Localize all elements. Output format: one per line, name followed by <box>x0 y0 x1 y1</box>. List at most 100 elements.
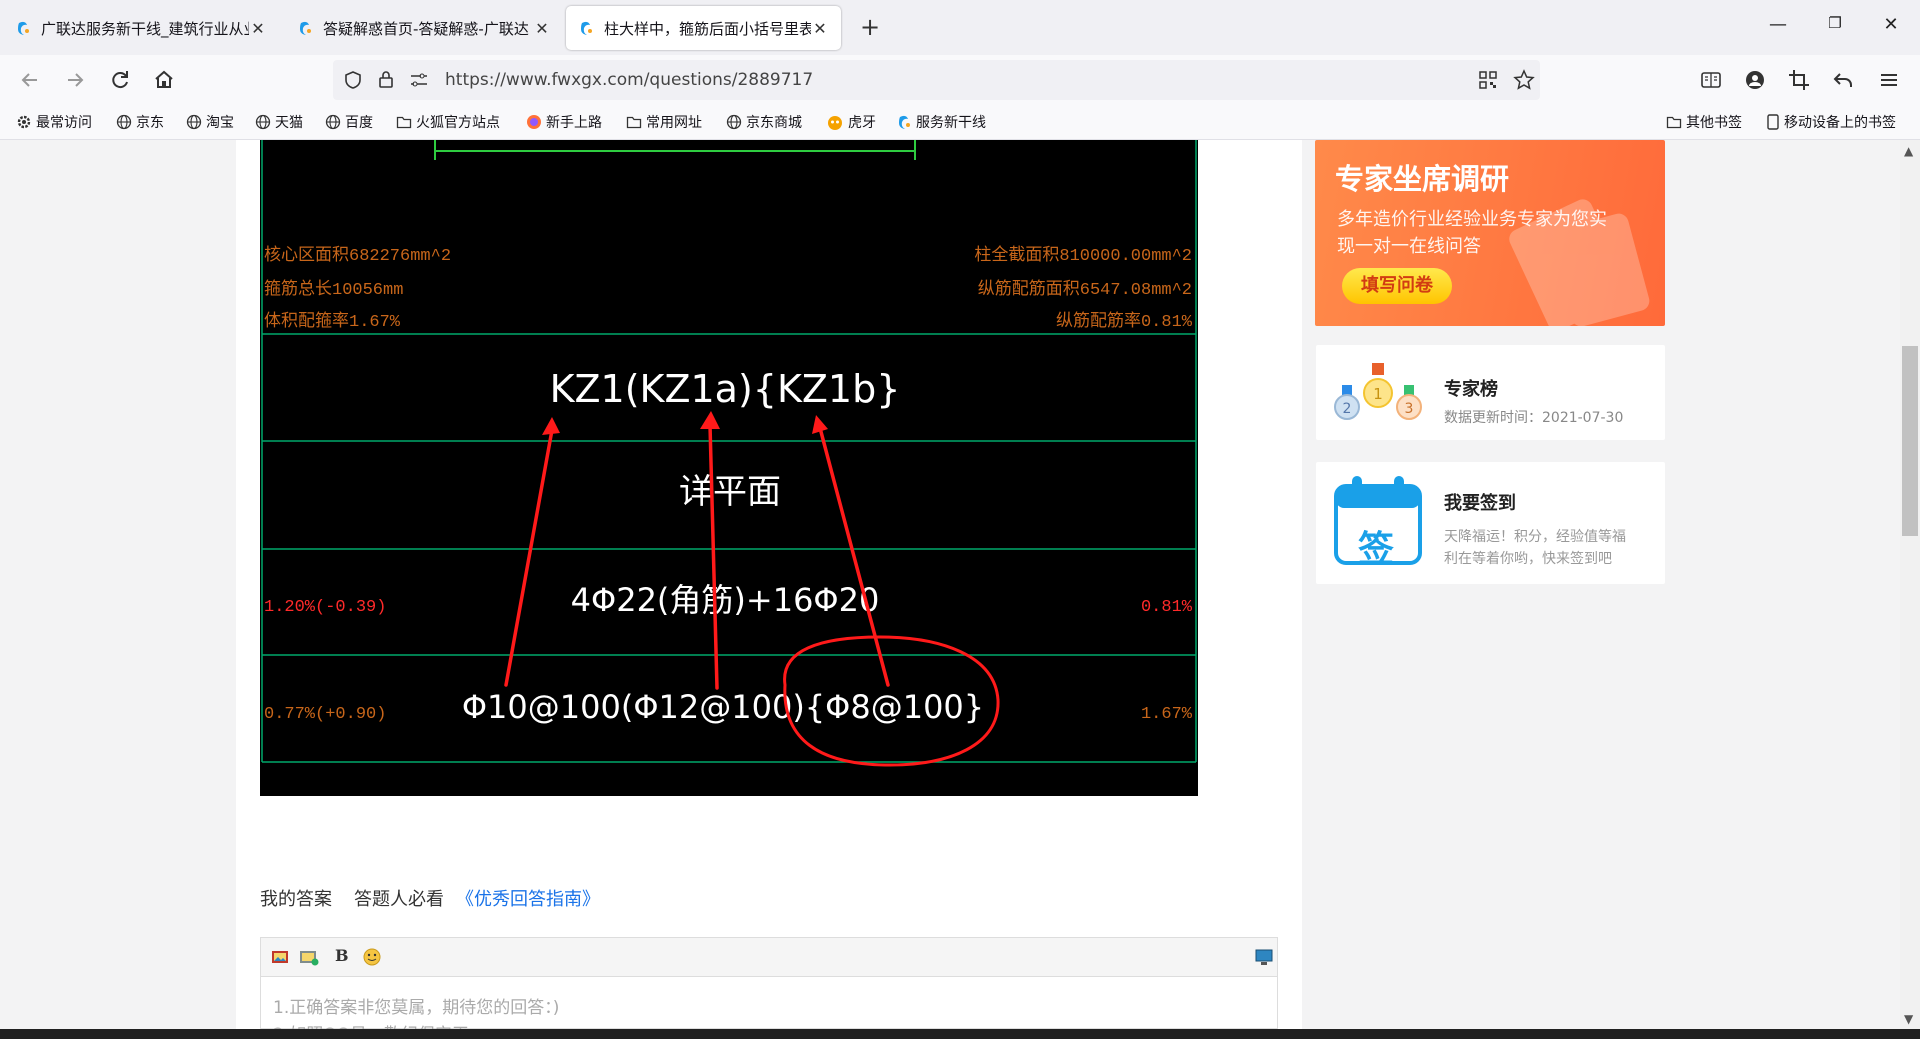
bookmark-jd[interactable]: 京东 <box>116 112 164 132</box>
cad-grid-lines <box>261 140 1197 763</box>
bookmark-taobao[interactable]: 淘宝 <box>186 112 234 132</box>
tab-1[interactable]: 广联达服务新干线_建筑行业从业 ✕ <box>3 6 279 50</box>
back-icon[interactable] <box>17 67 43 93</box>
bookmark-label: 淘宝 <box>206 115 234 131</box>
bookmark-label: 京东 <box>136 115 164 131</box>
bookmark-common-urls[interactable]: 常用网址 <box>626 112 702 132</box>
bookmark-tmall[interactable]: 天猫 <box>255 112 303 132</box>
bold-icon[interactable]: B <box>335 946 349 965</box>
glodon-logo-icon <box>899 115 910 129</box>
url-text: https://www.fwxgx.com/questions/2889717 <box>445 70 814 90</box>
url-bar[interactable]: https://www.fwxgx.com/questions/2889717 <box>333 60 1540 100</box>
glodon-logo-icon <box>581 21 592 35</box>
bookmark-fwxgx[interactable]: 服务新干线 <box>896 112 986 132</box>
editor-placeholder-1: 1.正确答案非您莫属，期待您的回答：) <box>273 998 560 1018</box>
cad-drawing-image: 核心区面积682276mm^2 箍筋总长10056mm 体积配箍率1.67% 柱… <box>260 140 1198 796</box>
tab-must-read[interactable]: 答题人必看 <box>354 885 444 911</box>
ranking-title: 专家榜 <box>1444 379 1498 400</box>
editor-placeholder-2: 2.如照QQ号，敬纪保安平 <box>273 1020 469 1029</box>
glodon-logo-icon <box>18 21 29 35</box>
bookmark-star-icon[interactable] <box>1513 69 1535 91</box>
checkin-card[interactable]: 签 我要签到 天降福运！积分，经验值等福 利在等着你哟，快来签到吧 <box>1316 462 1665 584</box>
bookmark-mobile[interactable]: 移动设备上的书签 <box>1766 112 1896 132</box>
cad-row4-left: 0.77%(+0.90) <box>264 705 386 724</box>
bookmark-label: 京东商城 <box>746 115 802 131</box>
checkin-icon-label: 签 <box>1358 529 1395 570</box>
medals-icon: 2 1 3 <box>1334 363 1422 420</box>
account-icon[interactable] <box>1742 67 1768 93</box>
scroll-down-icon[interactable]: ▼ <box>1904 1012 1913 1026</box>
cad-row3-right: 0.81% <box>1141 598 1193 617</box>
firefox-icon <box>527 115 541 129</box>
cad-row4-right: 1.67% <box>1141 705 1193 724</box>
expert-survey-banner[interactable]: 专家坐席调研 多年造价行业经验业务专家为您实 现一对一在线问答 填写问卷 <box>1315 140 1665 326</box>
tab-2[interactable]: 答疑解惑首页-答疑解惑-广联达 ✕ <box>285 6 563 50</box>
cad-row3-left: 1.20%(-0.39) <box>264 598 386 617</box>
emoji-icon[interactable] <box>363 948 381 966</box>
lock-icon[interactable] <box>377 69 395 89</box>
scroll-up-icon[interactable]: ▲ <box>1904 144 1913 158</box>
tab-3-active[interactable]: 柱大样中，箍筋后面小括号里表 ✕ <box>566 6 841 50</box>
bookmark-baidu[interactable]: 百度 <box>325 112 373 132</box>
menu-icon[interactable] <box>1876 67 1902 93</box>
globe-icon <box>116 114 132 130</box>
shield-icon[interactable] <box>343 70 363 90</box>
restore-icon[interactable]: ❐ <box>1820 14 1850 32</box>
expert-ranking-card[interactable]: 2 1 3 专家榜 数据更新时间：2021-07-30 <box>1316 345 1665 440</box>
glodon-logo-icon <box>300 21 311 35</box>
banner-line-2: 现一对一在线问答 <box>1337 236 1481 257</box>
svg-text:3: 3 <box>1405 401 1414 417</box>
close-tab-icon[interactable]: ✕ <box>533 19 551 38</box>
svg-text:1: 1 <box>1373 385 1383 403</box>
guide-link[interactable]: 《优秀回答指南》 <box>456 885 600 911</box>
fullscreen-icon[interactable] <box>1255 948 1273 966</box>
navigation-bar: https://www.fwxgx.com/questions/2889717 <box>0 55 1920 105</box>
page-scrollbar[interactable]: ▲ ▼ <box>1900 140 1920 1029</box>
editor-toolbar: B <box>261 938 1277 977</box>
close-tab-icon[interactable]: ✕ <box>249 19 267 38</box>
new-tab-icon[interactable]: + <box>858 13 882 41</box>
home-icon[interactable] <box>151 67 177 93</box>
close-window-icon[interactable]: ✕ <box>1876 14 1906 35</box>
cad-dimension-line <box>434 140 916 160</box>
upload-image-icon[interactable] <box>299 948 319 966</box>
bookmark-getting-started[interactable]: 新手上路 <box>526 112 602 132</box>
gear-icon <box>17 115 31 129</box>
tab-my-answer[interactable]: 我的答案 <box>260 885 332 911</box>
globe-icon <box>325 114 341 130</box>
folder-icon <box>396 116 412 129</box>
annotation-arrow-1 <box>504 428 554 687</box>
bookmark-most-visited[interactable]: 最常访问 <box>16 112 92 132</box>
permissions-icon[interactable] <box>409 71 429 89</box>
screenshot-crop-icon[interactable] <box>1786 67 1812 93</box>
bookmark-label: 新手上路 <box>546 115 602 131</box>
tab-title: 答疑解惑首页-答疑解惑-广联达 <box>323 19 529 38</box>
bookmark-label: 最常访问 <box>36 115 92 131</box>
globe-icon <box>726 114 742 130</box>
banner-line-1: 多年造价行业经验业务专家为您实 <box>1337 209 1607 230</box>
qr-code-icon[interactable] <box>1478 70 1498 90</box>
reader-view-icon[interactable] <box>1698 67 1724 93</box>
bookmark-label: 常用网址 <box>646 115 702 131</box>
minimize-icon[interactable]: — <box>1763 14 1793 35</box>
checkin-desc-2: 利在等着你哟，快来签到吧 <box>1444 551 1612 567</box>
close-tab-icon[interactable]: ✕ <box>811 19 829 38</box>
bookmark-jd-mall[interactable]: 京东商城 <box>726 112 802 132</box>
bookmark-firefox-folder[interactable]: 火狐官方站点 <box>396 112 500 132</box>
answer-tabs: 我的答案 答题人必看 《优秀回答指南》 <box>260 885 600 911</box>
scrollbar-thumb[interactable] <box>1902 346 1918 536</box>
banner-title: 专家坐席调研 <box>1335 162 1510 196</box>
bookmark-huya[interactable]: 虎牙 <box>826 112 876 132</box>
cad-section-label: 详平面 <box>679 472 781 512</box>
reload-icon[interactable] <box>107 67 133 93</box>
answer-editor[interactable]: B 1.正确答案非您莫属，期待您的回答：) 2.如照QQ号，敬纪保安平 <box>260 937 1278 1029</box>
undo-icon[interactable] <box>1830 67 1856 93</box>
bookmark-other[interactable]: 其他书签 <box>1666 112 1742 132</box>
fill-survey-button[interactable]: 填写问卷 <box>1342 268 1452 304</box>
bookmark-label: 火狐官方站点 <box>416 115 500 131</box>
cad-left-text-2: 箍筋总长10056mm <box>264 279 403 300</box>
forward-icon[interactable] <box>62 67 88 93</box>
image-icon[interactable] <box>271 949 289 965</box>
bookmark-label: 移动设备上的书签 <box>1784 115 1896 131</box>
annotation-arrow-2 <box>708 423 719 690</box>
